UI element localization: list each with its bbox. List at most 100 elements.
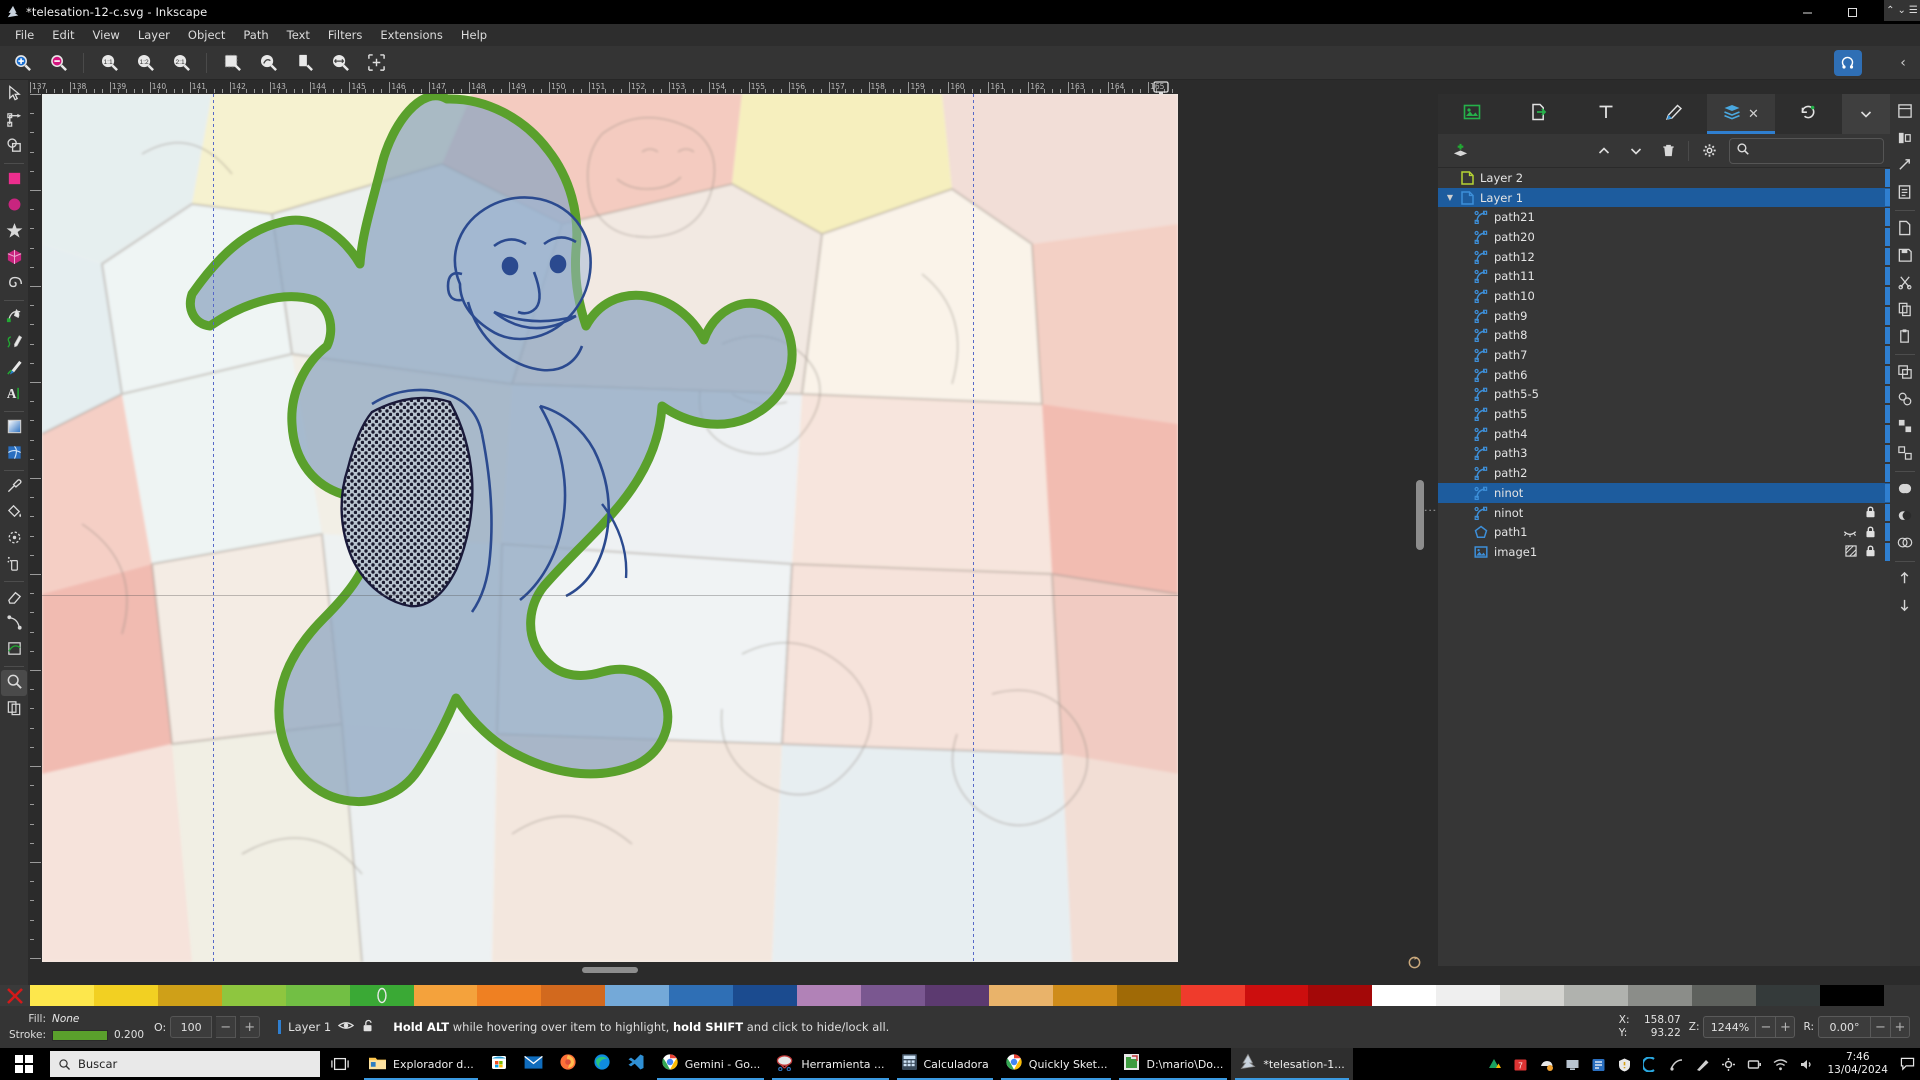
shape-builder-tool[interactable] — [1, 134, 27, 160]
layer-row-path9[interactable]: path9 — [1438, 306, 1890, 326]
onedrive-tray-icon[interactable] — [1538, 1056, 1555, 1073]
selector-tool[interactable] — [1, 82, 27, 108]
paint-bucket-tool[interactable] — [1, 500, 27, 526]
layer-lock-icon[interactable] — [1865, 542, 1876, 561]
palette-swatch[interactable] — [285, 985, 350, 1006]
zoom-control[interactable]: Z: 1244% − + — [1689, 1016, 1796, 1038]
text-tool[interactable]: A — [1, 382, 27, 408]
pages-tool[interactable] — [1, 696, 27, 722]
phone-link-tray-icon[interactable] — [1642, 1056, 1659, 1073]
layer-row-path10[interactable]: path10 — [1438, 286, 1890, 306]
taskbar-app-calculadora[interactable]: Calculadora — [893, 1048, 997, 1080]
menu-help[interactable]: Help — [452, 25, 496, 45]
google-drive-tray-icon[interactable] — [1486, 1056, 1503, 1073]
rotation-minus-icon[interactable]: − — [1870, 1016, 1890, 1038]
palette-swatch[interactable] — [605, 985, 670, 1006]
palette-menu-icon[interactable]: ☰ — [1909, 5, 1918, 16]
display-tray-icon[interactable] — [1564, 1056, 1581, 1073]
palette-swatch[interactable] — [1564, 985, 1629, 1006]
palette-swatch[interactable] — [924, 985, 989, 1006]
layer-row-ninot[interactable]: ninot — [1438, 503, 1890, 523]
opacity-control[interactable]: O: 100 − + — [154, 1016, 261, 1038]
canvas-horizontal-scrollbar[interactable] — [42, 962, 1178, 978]
layer-search-field[interactable] — [1729, 137, 1884, 164]
palette-swatch[interactable] — [1052, 985, 1117, 1006]
battery-tray-icon[interactable] — [1746, 1056, 1763, 1073]
collapse-panel-chevron-left-icon[interactable]: ‹ — [1892, 46, 1914, 80]
palette-swatch[interactable] — [541, 985, 606, 1006]
stroke-width-value[interactable]: 0.200 — [114, 1029, 144, 1041]
rail-ungroup-icon[interactable] — [1892, 440, 1918, 466]
menu-layer[interactable]: Layer — [129, 25, 179, 45]
palette-swatch[interactable] — [1500, 985, 1565, 1006]
spray-tool[interactable] — [1, 552, 27, 578]
connector-tool[interactable] — [1, 611, 27, 637]
zoom-center-page-icon[interactable] — [358, 48, 394, 78]
spiral-tool[interactable] — [1, 271, 27, 297]
current-layer-indicator[interactable]: Layer 1 — [278, 1019, 375, 1036]
palette-swatch[interactable] — [477, 985, 542, 1006]
notification-icon[interactable] — [1894, 1048, 1920, 1080]
zoom-2-1-icon[interactable]: 2:1 — [163, 48, 199, 78]
guide-right[interactable] — [973, 94, 974, 962]
stroke-color-swatch[interactable] — [52, 1029, 108, 1041]
satellite-tray-icon[interactable] — [1668, 1056, 1685, 1073]
windows-start-icon[interactable] — [0, 1048, 48, 1080]
palette-swatch[interactable] — [1244, 985, 1309, 1006]
add-layer-icon[interactable] — [1444, 137, 1476, 165]
zoom-plus-icon[interactable]: + — [1775, 1016, 1796, 1038]
pen-tray-icon[interactable] — [1694, 1056, 1711, 1073]
layer-row-path3[interactable]: path3 — [1438, 444, 1890, 464]
menu-text[interactable]: Text — [278, 25, 319, 45]
rail-copy-icon[interactable] — [1892, 296, 1918, 322]
app-tray-icon[interactable] — [1590, 1056, 1607, 1073]
layer-row-path2[interactable]: path2 — [1438, 463, 1890, 483]
mesh-gradient-tool[interactable] — [1, 441, 27, 467]
taskbar-app-herramienta-[interactable]: Herramienta ... — [768, 1048, 892, 1080]
drawing-canvas[interactable] — [42, 94, 1178, 962]
snap-controls-toggle[interactable] — [1834, 50, 1862, 76]
taskbar-app-microsoft-store-icon[interactable] — [482, 1048, 516, 1080]
taskbar-app-gemini-go-[interactable]: Gemini - Go... — [653, 1048, 769, 1080]
zoom-page-width-icon[interactable] — [322, 48, 358, 78]
layer-row-path7[interactable]: path7 — [1438, 345, 1890, 365]
calligraphy-tool[interactable] — [1, 356, 27, 382]
dock-tab-overflow-chevron-down-icon[interactable] — [1841, 94, 1890, 134]
palette-swatch[interactable] — [1436, 985, 1501, 1006]
move-layer-up-chevron-up-icon[interactable] — [1588, 137, 1620, 165]
tab-export[interactable] — [1505, 94, 1572, 134]
palette-chevron-down-icon[interactable]: ⌄ — [1898, 5, 1906, 16]
no-color-x-icon[interactable] — [0, 985, 30, 1006]
taskbar-app-d-mario-do-[interactable]: D:\mario\Do... — [1115, 1048, 1231, 1080]
layer-row-path1[interactable]: path1 — [1438, 522, 1890, 542]
calendar-tray-icon[interactable]: 7 — [1512, 1056, 1529, 1073]
zoom-page-icon[interactable] — [286, 48, 322, 78]
pencil-tool[interactable] — [1, 330, 27, 356]
layer-hidden-eye-icon[interactable] — [1843, 523, 1857, 542]
taskbar-clock[interactable]: 7:46 13/04/2024 — [1821, 1051, 1894, 1077]
opacity-plus-icon[interactable]: + — [240, 1016, 261, 1038]
fill-value[interactable]: None — [52, 1013, 79, 1025]
palette-swatch[interactable] — [349, 985, 414, 1006]
star-tool[interactable] — [1, 219, 27, 245]
dropper-tool[interactable] — [1, 474, 27, 500]
maximize-button[interactable] — [1830, 0, 1875, 24]
layer-row-path21[interactable]: path21 — [1438, 207, 1890, 227]
taskbar-app-vscode-icon[interactable] — [619, 1048, 653, 1080]
palette-swatch[interactable] — [1180, 985, 1245, 1006]
layer-lock-icon[interactable] — [1865, 523, 1876, 542]
rail-lower-icon[interactable] — [1892, 593, 1918, 619]
box3d-tool[interactable] — [1, 245, 27, 271]
taskbar-app-quickly-sket-[interactable]: Quickly Sket... — [997, 1048, 1116, 1080]
layer-clip-icon[interactable] — [1845, 542, 1857, 561]
palette-swatch[interactable] — [860, 985, 925, 1006]
network-tray-icon[interactable] — [1772, 1056, 1789, 1073]
dock-resize-grip[interactable]: ⋮ — [1422, 480, 1437, 540]
ellipse-tool[interactable] — [1, 193, 27, 219]
palette-swatch[interactable] — [1308, 985, 1373, 1006]
layer-lock-unlocked-padlock-icon[interactable] — [361, 1019, 375, 1036]
palette-swatch[interactable] — [93, 985, 158, 1006]
taskbar-app-explorador-d-[interactable]: Explorador d... — [360, 1048, 482, 1080]
tab-close-icon[interactable]: ✕ — [1748, 107, 1759, 122]
rotation-plus-icon[interactable]: + — [1890, 1016, 1910, 1038]
